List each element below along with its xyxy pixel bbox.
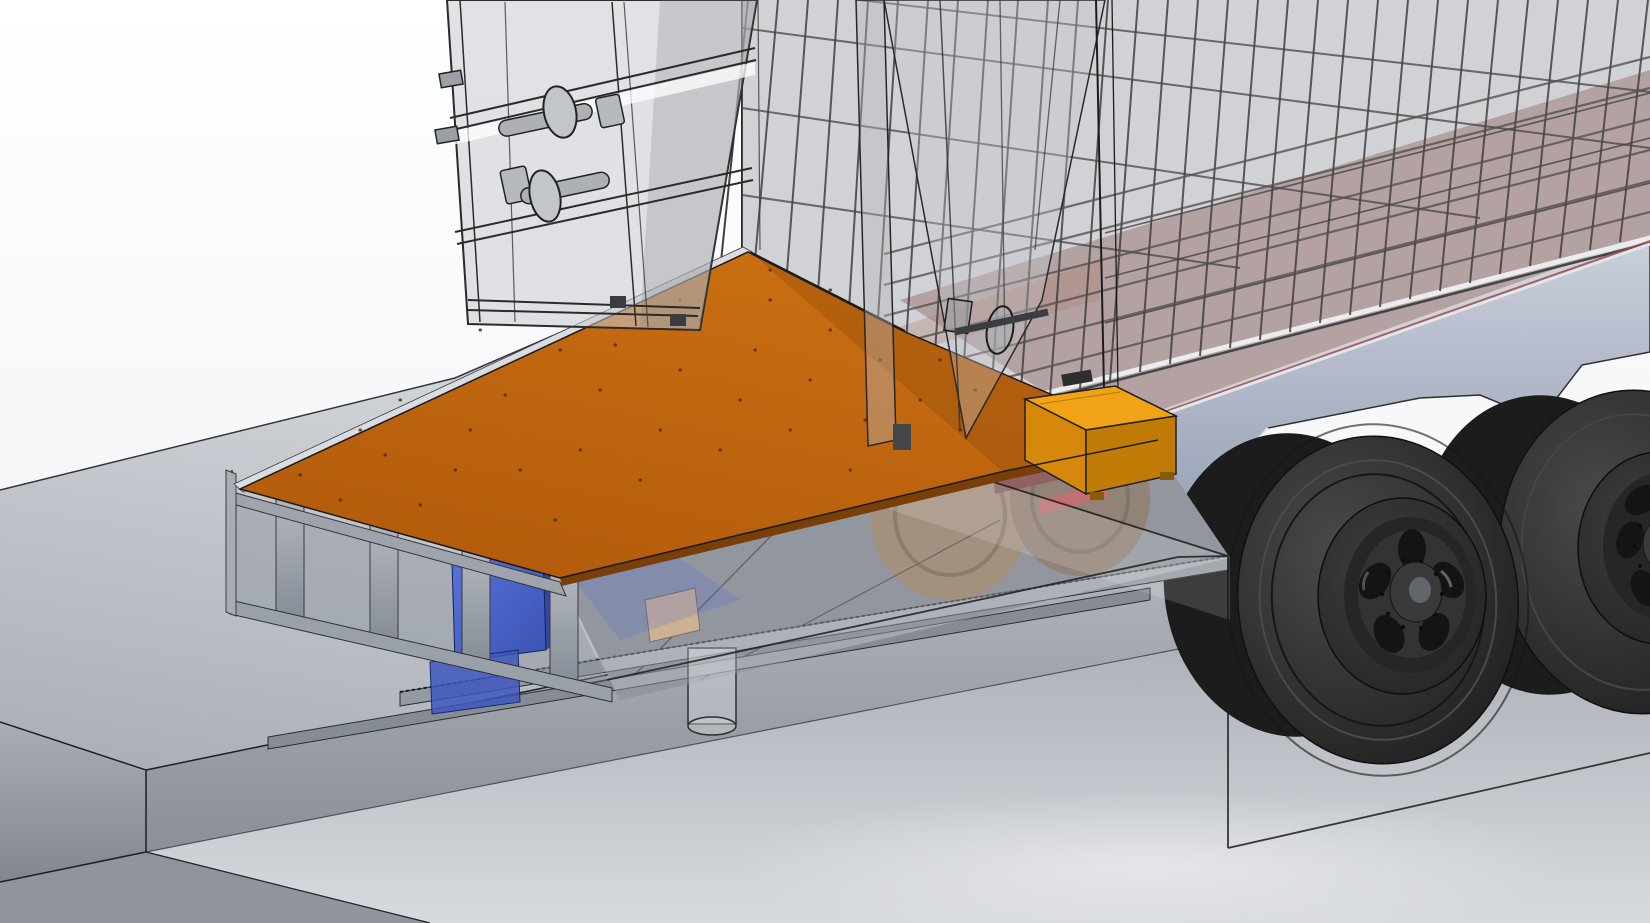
trailer-left-door: [434, 0, 759, 332]
bumper-foot: [1160, 472, 1174, 480]
door-foot: [893, 424, 911, 450]
render-canvas: [0, 0, 1650, 923]
cad-viewport[interactable]: [0, 0, 1650, 923]
frame-left-cap: [225, 469, 237, 617]
bumper-foot: [1090, 492, 1104, 500]
